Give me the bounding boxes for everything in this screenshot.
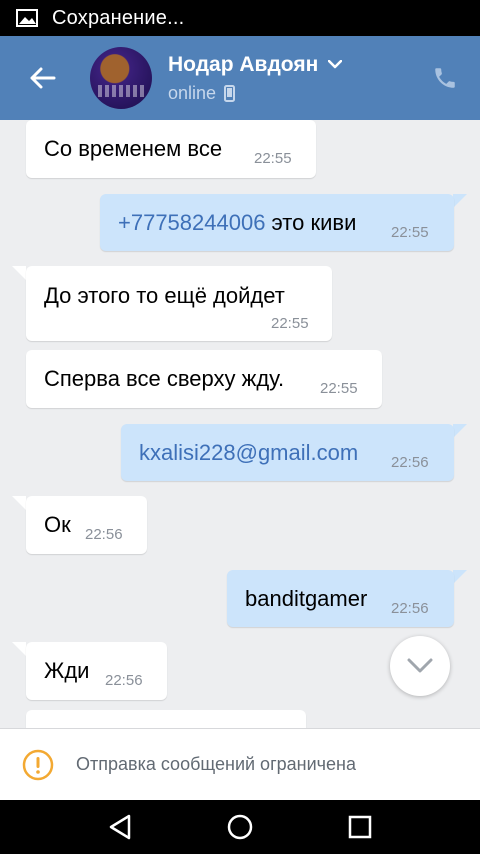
message-list[interactable]: Со временем все 22:55 +77758244006 это к… [0, 120, 480, 728]
online-status: online [168, 82, 217, 103]
mobile-phone-icon [224, 84, 236, 102]
message-time: 22:56 [105, 672, 143, 689]
message-incoming[interactable]: Ок 22:56 [26, 496, 147, 554]
message-text: Жди [44, 658, 90, 683]
messaging-restricted-notice: Отправка сообщений ограничена [0, 728, 480, 800]
scroll-down-button[interactable] [390, 636, 450, 696]
circle-home-icon [227, 814, 253, 840]
call-button[interactable] [410, 36, 480, 120]
bubble-tail [12, 496, 26, 510]
back-button[interactable] [0, 36, 84, 120]
nav-recent-button[interactable] [330, 800, 390, 854]
email-link[interactable]: kxalisi228@gmail.com [139, 440, 358, 466]
bubble-tail [453, 424, 467, 438]
bubble-tail [453, 570, 467, 584]
phone-call-icon [435, 68, 455, 88]
message-time: 22:55 [320, 380, 358, 397]
message-incoming[interactable]: Сперва все сверху жду. 22:55 [26, 350, 382, 408]
message-time: 22:56 [391, 600, 429, 617]
message-text: Со временем все [44, 136, 223, 161]
nav-back-button[interactable] [90, 800, 150, 854]
chevron-down-icon [328, 60, 343, 69]
message-time: 22:55 [254, 150, 292, 167]
warning-circle-icon [22, 749, 54, 780]
message-time: 22:55 [271, 315, 309, 332]
status-text: Сохранение... [52, 6, 185, 29]
triangle-back-icon [109, 814, 131, 840]
message-text: banditgamer [245, 586, 368, 611]
contact-name: Нодар Авдоян [168, 52, 319, 76]
system-navigation-bar [0, 800, 480, 854]
message-outgoing[interactable]: banditgamer 22:56 [227, 570, 454, 627]
message-text: Ок [44, 512, 71, 537]
status-bar: Сохранение... [0, 0, 480, 36]
square-recent-icon [348, 815, 372, 839]
image-icon [16, 9, 38, 27]
notice-text: Отправка сообщений ограничена [76, 754, 356, 774]
message-text: Сперва все сверху жду. [44, 366, 285, 391]
chevron-down-icon [407, 658, 433, 673]
message-text: +77758244006 это киви [118, 210, 356, 236]
message-incoming[interactable]: Со временем все 22:55 [26, 120, 316, 178]
message-time: 22:56 [85, 526, 123, 543]
message-time: 22:56 [391, 454, 429, 471]
arrow-back-icon [30, 67, 56, 89]
message-outgoing[interactable]: kxalisi228@gmail.com 22:56 [121, 424, 454, 481]
avatar[interactable] [90, 47, 152, 109]
conversation-header: Нодар Авдоян online [0, 36, 480, 120]
contact-info[interactable]: Нодар Авдоян online [168, 53, 410, 104]
phone-link[interactable]: +77758244006 [118, 210, 265, 235]
nav-home-button[interactable] [210, 800, 270, 854]
bubble-tail [12, 266, 26, 280]
bubble-tail [12, 642, 26, 656]
message-text: До этого то ещё дойдет [44, 283, 285, 308]
message-text-tail: это киви [265, 210, 357, 235]
message-outgoing[interactable]: +77758244006 это киви 22:55 [100, 194, 454, 251]
message-incoming[interactable]: Жди 22:56 [26, 642, 167, 700]
message-incoming[interactable] [26, 710, 306, 728]
bubble-tail [453, 194, 467, 208]
message-incoming[interactable]: До этого то ещё дойдет 22:55 [26, 266, 332, 341]
message-time: 22:55 [391, 224, 429, 241]
